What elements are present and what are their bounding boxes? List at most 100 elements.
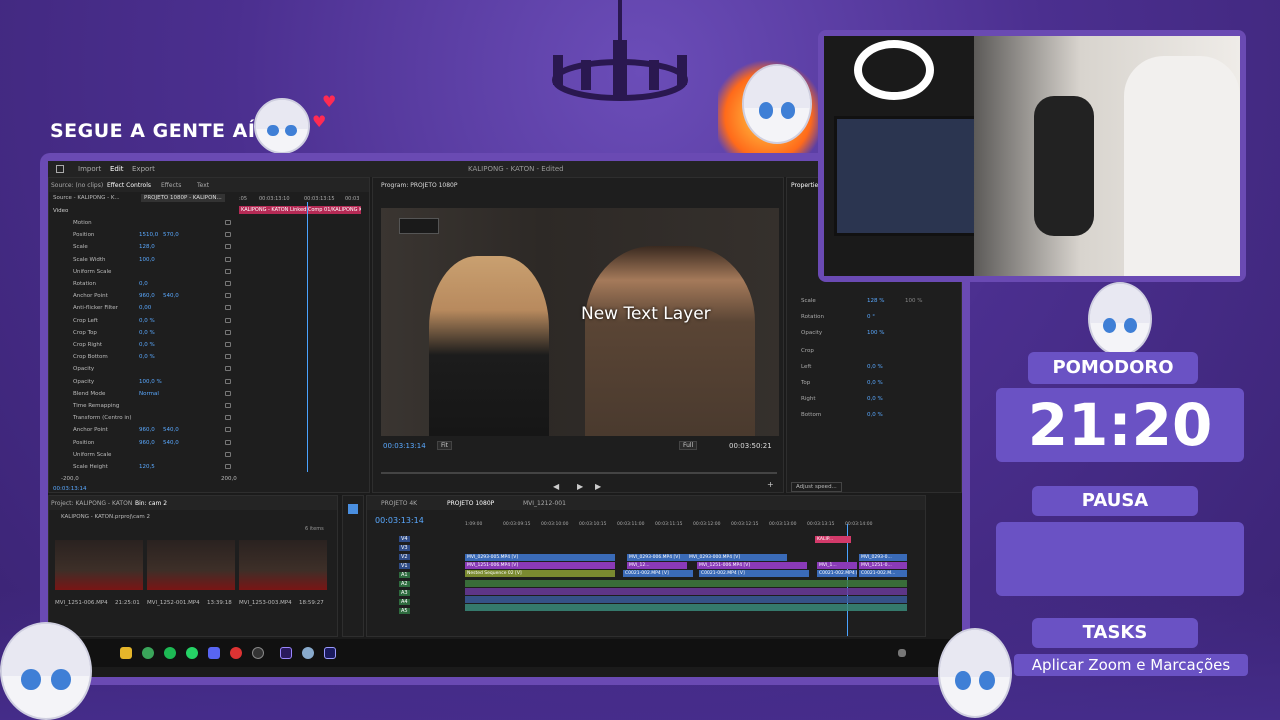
effect-row-value[interactable]: 100,0 — [139, 257, 155, 263]
effect-row[interactable]: Position 1510,0 570,0 — [49, 230, 349, 240]
effect-row[interactable]: Crop Bottom 0,0 % — [49, 352, 349, 362]
program-video-frame[interactable]: New Text Layer — [381, 208, 779, 436]
property-value[interactable]: 0 ° — [867, 314, 875, 320]
chrome-icon[interactable] — [142, 647, 154, 659]
property-value[interactable]: 0,0 % — [867, 396, 883, 402]
effect-row[interactable]: Scale Height 120,5 — [49, 462, 349, 472]
project-thumb-1[interactable] — [55, 540, 143, 590]
tab-projeto-1080p[interactable]: PROJETO 1080P — [447, 500, 494, 507]
reset-icon[interactable] — [225, 390, 231, 396]
reset-icon[interactable] — [225, 305, 231, 311]
program-scrubber[interactable] — [381, 472, 777, 474]
effect-row-value[interactable]: 120,5 — [139, 464, 155, 470]
tab-bin-cam2[interactable]: Bin: cam 2 — [135, 500, 167, 507]
effect-row-value-2[interactable]: 540,0 — [163, 427, 179, 433]
step-forward-button[interactable]: ▶ — [595, 482, 601, 491]
step-back-button[interactable]: ◀ — [553, 482, 559, 491]
reset-icon[interactable] — [225, 464, 231, 469]
quality-dropdown[interactable]: Full — [679, 441, 698, 450]
after-effects-icon[interactable] — [324, 647, 336, 659]
effect-row-value-2[interactable]: 570,0 — [163, 232, 179, 238]
timeline-clip[interactable]: MVI_0293-005.MP4 [V] — [465, 554, 615, 561]
program-title[interactable]: Program: PROJETO 1080P — [381, 182, 458, 189]
track-header[interactable]: A2 — [399, 581, 410, 587]
menu-export[interactable]: Export — [132, 165, 155, 173]
reset-icon[interactable] — [225, 293, 231, 299]
effect-row-value-2[interactable]: 540,0 — [163, 440, 179, 446]
effect-row-value[interactable]: 0,0 % — [139, 342, 155, 348]
sequence-clip-name[interactable]: PROJETO 1080P - KALIPON... — [141, 194, 225, 202]
effect-row-value[interactable]: 1510,0 — [139, 232, 158, 238]
spotify-icon[interactable] — [164, 647, 176, 659]
effect-row[interactable]: Opacity 100,0 % — [49, 377, 349, 387]
effect-row[interactable]: Scale 128,0 — [49, 242, 349, 252]
property-value[interactable]: 0,0 % — [867, 412, 883, 418]
obs-icon[interactable] — [252, 647, 264, 659]
reset-icon[interactable] — [225, 427, 231, 433]
effect-row[interactable]: Time Remapping — [49, 401, 349, 411]
effect-row-value[interactable]: Normal — [139, 391, 159, 397]
tab-projeto-4k[interactable]: PROJETO 4K — [381, 500, 417, 507]
timeline-clip[interactable]: MVI_0293-0... — [859, 554, 907, 561]
effect-row-value[interactable]: 0,0 — [139, 281, 148, 287]
track-header[interactable]: A3 — [399, 590, 410, 596]
effect-row[interactable]: Motion — [49, 218, 349, 228]
property-value[interactable]: 100 % — [867, 330, 884, 336]
timeline-clip[interactable]: C0021-002.MP4 [V] — [623, 570, 693, 577]
timeline-clip[interactable]: MVI_1251-0... — [859, 562, 907, 569]
project-thumb-2[interactable] — [147, 540, 235, 590]
effect-row[interactable]: Crop Top 0,0 % — [49, 328, 349, 338]
audio-waveform[interactable] — [465, 588, 907, 595]
effect-row-value[interactable]: 960,0 — [139, 293, 155, 299]
effect-row[interactable]: Crop Left 0,0 % — [49, 316, 349, 326]
reset-icon[interactable] — [225, 281, 231, 286]
reset-icon[interactable] — [225, 354, 231, 360]
effect-row-value[interactable]: 0,0 % — [139, 330, 155, 336]
effect-row-value[interactable]: 0,0 % — [139, 354, 155, 360]
track-header[interactable]: V2 — [399, 554, 410, 560]
menu-edit[interactable]: Edit — [110, 165, 124, 173]
reset-icon[interactable] — [225, 439, 231, 445]
effect-row-value-2[interactable]: 540,0 — [163, 293, 179, 299]
tab-project[interactable]: Project: KALIPONG - KATON — [51, 500, 132, 507]
effect-row-value[interactable]: 960,0 — [139, 427, 155, 433]
track-header[interactable]: A5 — [399, 608, 410, 614]
timeline-ruler[interactable]: 1:09:00 00:03:09:15 00:03:10:00 00:03:10:15… — [465, 522, 925, 530]
project-thumb-3[interactable] — [239, 540, 327, 590]
tab-effect-controls[interactable]: Effect Controls — [107, 182, 151, 189]
property-value[interactable]: 0,0 % — [867, 380, 883, 386]
timeline-clip[interactable]: C0021-002.MP4 [V] — [817, 570, 857, 577]
reset-icon[interactable] — [225, 366, 231, 372]
reset-icon[interactable] — [225, 342, 231, 347]
timeline-clip[interactable]: KALIP... — [815, 536, 851, 543]
reset-icon[interactable] — [225, 378, 231, 384]
effect-row[interactable]: Uniform Scale — [49, 450, 349, 460]
system-tray-icon[interactable] — [898, 649, 906, 657]
effect-row[interactable]: Rotation 0,0 — [49, 279, 349, 289]
effect-row[interactable]: Anchor Point 960,0 540,0 — [49, 425, 349, 435]
new-text-layer[interactable]: New Text Layer — [581, 304, 711, 324]
add-button[interactable]: + — [767, 480, 774, 489]
effect-row[interactable]: Transform (Centro in) — [49, 413, 349, 423]
reset-icon[interactable] — [225, 232, 231, 238]
menu-import[interactable]: Import — [78, 165, 101, 173]
effect-row[interactable]: Crop Right 0,0 % — [49, 340, 349, 350]
property-value[interactable]: 0,0 % — [867, 364, 883, 370]
reset-icon[interactable] — [225, 256, 231, 262]
whatsapp-icon[interactable] — [186, 647, 198, 659]
premiere-icon[interactable] — [280, 647, 292, 659]
fit-dropdown[interactable]: Fit — [437, 441, 453, 450]
effect-row[interactable]: Position 960,0 540,0 — [49, 438, 349, 448]
audio-waveform[interactable] — [465, 604, 907, 611]
audio-waveform[interactable] — [465, 596, 907, 603]
reset-icon[interactable] — [225, 244, 231, 250]
selection-tool-icon[interactable] — [348, 504, 358, 514]
linked-comp-clip[interactable]: KALIPONG - KATON Linked Comp 01/KALIPONG… — [239, 206, 361, 214]
discord-icon[interactable] — [208, 647, 220, 659]
effect-row[interactable]: Blend Mode Normal — [49, 389, 349, 399]
play-button[interactable]: ▶ — [577, 482, 583, 491]
tab-mvi-1212[interactable]: MVI_1212-001 — [523, 500, 566, 507]
timeline-clip[interactable]: MVI_1251-006.MP4 [V] — [465, 562, 615, 569]
timeline-clip[interactable]: MVI_1251-006.MP4 [V] — [697, 562, 807, 569]
track-header[interactable]: A1 — [399, 572, 410, 578]
